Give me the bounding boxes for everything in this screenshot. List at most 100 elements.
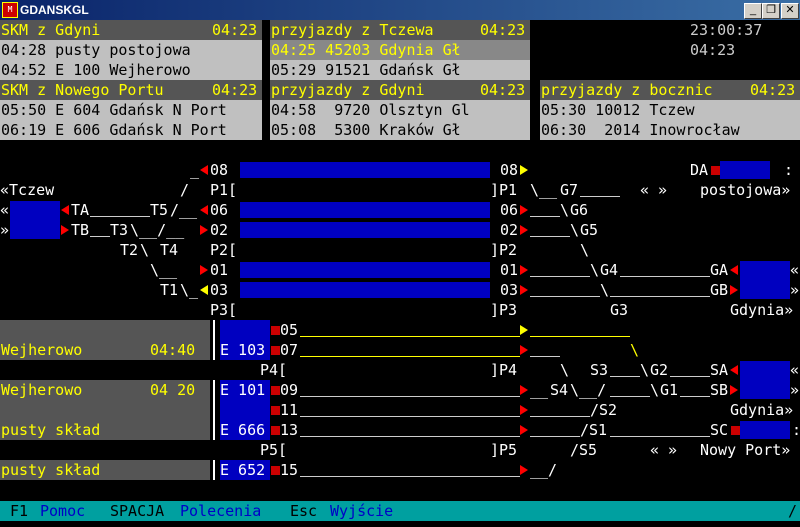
guillemets: « » — [640, 181, 668, 199]
direction-postojowa: postojowa» — [700, 181, 791, 199]
list-item[interactable]: 05:30 10012 Tczew — [541, 100, 695, 120]
track-03[interactable] — [240, 282, 490, 298]
track-label-06: 06 — [210, 201, 229, 219]
direction-tczew: «Tczew — [0, 181, 55, 199]
list-item[interactable]: 06:19 E 606 Gdańsk N Port — [1, 120, 227, 140]
f1-key[interactable]: F1 — [10, 501, 28, 521]
signal-09-left[interactable] — [271, 386, 280, 395]
signal-03-right[interactable] — [520, 285, 528, 295]
esc-key[interactable]: Esc — [290, 501, 317, 521]
track-01[interactable] — [240, 262, 490, 278]
switch-t1[interactable]: T1 — [160, 280, 178, 300]
train-destination[interactable]: pusty skład — [1, 460, 100, 480]
signal-06-left[interactable] — [200, 205, 208, 215]
switch-t2[interactable]: T2 — [120, 240, 138, 260]
signal-tb[interactable] — [61, 225, 69, 235]
switch-s1[interactable]: /S1 — [580, 420, 607, 440]
p2-right: ]P2 — [490, 241, 518, 259]
list-item[interactable]: 04:25 45203 Gdynia Gł — [271, 40, 461, 60]
panel-time: 04:23 — [212, 81, 258, 99]
list-item[interactable]: 04:28 pusty postojowa — [1, 40, 191, 60]
switch-g7[interactable]: G7 — [560, 180, 578, 200]
signal-01-left[interactable] — [200, 265, 208, 275]
list-item[interactable]: 06:30 2014 Inowrocław — [541, 120, 740, 140]
switch-t4[interactable]: T4 — [160, 240, 178, 260]
panel-time: 04:23 — [212, 21, 258, 39]
signal-05-left[interactable] — [271, 326, 280, 335]
switch-g4[interactable]: G4 — [600, 260, 618, 280]
signal-05-right[interactable] — [520, 325, 528, 335]
signal-gb-label: GB — [710, 281, 729, 299]
p1-left: P1[ — [210, 181, 238, 199]
signal-tb-label: TB — [71, 221, 90, 239]
panel-title: przyjazdy z bocznic — [541, 81, 713, 99]
switch-t3[interactable]: T3 — [110, 220, 128, 240]
list-item[interactable]: 05:29 91521 Gdańsk Gł — [271, 60, 461, 80]
close-button[interactable]: ✕ — [781, 3, 799, 19]
window-titlebar[interactable]: M GDANSKGL _ ❐ ✕ — [0, 0, 800, 20]
switch-s3[interactable]: S3 — [590, 360, 608, 380]
track-nowy-port[interactable] — [740, 421, 790, 439]
signal-sc-label: SC — [710, 421, 729, 439]
list-item[interactable]: 05:50 E 604 Gdańsk N Port — [1, 100, 227, 120]
switch-s2[interactable]: /S2 — [590, 400, 617, 420]
signal-da[interactable] — [711, 166, 720, 175]
train-unit: E 101 — [220, 381, 266, 399]
signal-07-left[interactable] — [271, 346, 280, 355]
switch-g5[interactable]: G5 — [580, 220, 598, 240]
signal-sb[interactable] — [730, 385, 738, 395]
panel-title: przyjazdy z Tczewa — [271, 21, 434, 39]
signal-15-left[interactable] — [271, 466, 280, 475]
signal-sc[interactable] — [731, 426, 740, 435]
switch-s4[interactable]: S4 — [550, 380, 568, 400]
list-item[interactable]: 04:58 9720 Olsztyn Gl — [271, 100, 470, 120]
track-06[interactable] — [240, 202, 490, 218]
exit-command[interactable]: Wyjście — [330, 501, 393, 521]
signal-13-right[interactable] — [520, 425, 528, 435]
track-label-02-right: 02 — [500, 221, 519, 239]
signal-02-right[interactable] — [520, 225, 528, 235]
restore-button[interactable]: ❐ — [762, 3, 780, 19]
signal-ga[interactable] — [730, 265, 738, 275]
track-08[interactable] — [240, 162, 490, 178]
track-tczew-entry[interactable] — [10, 201, 60, 239]
signal-15-right[interactable] — [520, 465, 528, 475]
p3-right: ]P3 — [490, 301, 518, 319]
track-02[interactable] — [240, 222, 490, 238]
signal-13-left[interactable] — [271, 426, 280, 435]
help-command[interactable]: Pomoc — [40, 501, 85, 521]
list-item[interactable]: 04:52 E 100 Wejherowo — [1, 60, 191, 80]
track-gdynia-entry[interactable] — [740, 261, 790, 299]
switch-g2[interactable]: G2 — [650, 360, 668, 380]
track-gdynia-skm[interactable] — [740, 361, 790, 399]
train-destination[interactable]: Wejherowo — [1, 380, 82, 400]
switch-g1[interactable]: G1 — [660, 380, 678, 400]
commands-command[interactable]: Polecenia — [180, 501, 261, 521]
switch-s5[interactable]: /S5 — [570, 440, 597, 460]
signal-11-right[interactable] — [520, 405, 528, 415]
switch-t5[interactable]: T5 — [150, 200, 168, 220]
signal-ta[interactable] — [61, 205, 69, 215]
signal-06-right[interactable] — [520, 205, 528, 215]
train-destination[interactable]: pusty skład — [1, 420, 100, 440]
signal-sa[interactable] — [730, 365, 738, 375]
space-key[interactable]: SPACJA — [110, 501, 164, 521]
signal-01-right[interactable] — [520, 265, 528, 275]
signal-08-right[interactable] — [520, 165, 528, 175]
signal-02-left[interactable] — [200, 225, 208, 235]
signal-gb[interactable] — [730, 285, 738, 295]
signal-08-left[interactable] — [200, 165, 208, 175]
signal-09-right[interactable] — [520, 385, 528, 395]
switch-g3[interactable]: G3 — [610, 300, 628, 320]
list-item[interactable]: 05:08 5300 Kraków Gł — [271, 120, 461, 140]
signal-11-left[interactable] — [271, 406, 280, 415]
minimize-button[interactable]: _ — [744, 3, 762, 19]
clock-short: 04:23 — [690, 41, 736, 59]
signal-ta-label: TA — [71, 201, 90, 219]
switch-g6[interactable]: G6 — [570, 200, 588, 220]
p4-left: P4[ — [260, 361, 288, 379]
train-destination[interactable]: Wejherowo — [1, 340, 82, 360]
track-postojowa[interactable] — [720, 161, 770, 179]
signal-03-left[interactable] — [200, 285, 208, 295]
signal-07-right[interactable] — [520, 345, 528, 355]
